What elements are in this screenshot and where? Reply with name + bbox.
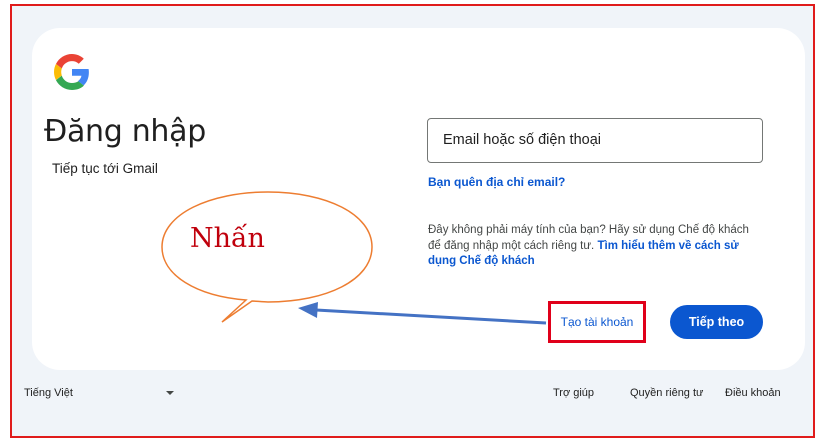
arrow-head	[298, 302, 318, 318]
bubble-label: Nhấn	[190, 223, 265, 254]
annotation-overlay	[161, 191, 547, 325]
speech-bubble	[161, 191, 373, 323]
annotation-arrow	[315, 308, 547, 325]
